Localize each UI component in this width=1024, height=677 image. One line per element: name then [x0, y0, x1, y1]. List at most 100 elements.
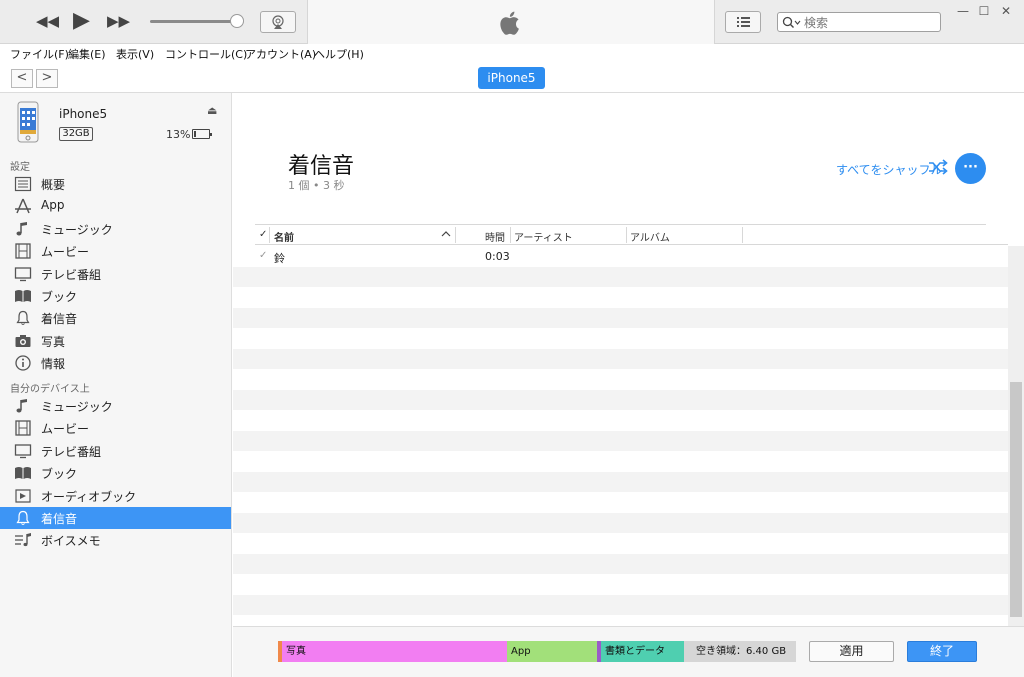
sidebar-item[interactable]: ブック — [0, 285, 231, 307]
col-time-header[interactable]: 時間 — [485, 229, 505, 244]
sidebar-item-label: 着信音 — [41, 312, 78, 327]
sidebar-item[interactable]: 情報 — [0, 352, 231, 374]
rewind-icon[interactable]: ◀◀ — [36, 14, 59, 29]
more-options-button[interactable]: ··· — [955, 153, 986, 184]
storage-segment-documents: 書類とデータ — [601, 641, 684, 662]
menu-account[interactable]: アカウント(A) — [245, 46, 316, 62]
sidebar-item[interactable]: 着信音 — [0, 507, 231, 529]
table-row — [233, 594, 1008, 615]
column-divider — [455, 227, 456, 243]
menu-view[interactable]: 表示(V) — [116, 46, 154, 62]
sidebar-item[interactable]: テレビ番組 — [0, 440, 231, 462]
music-note-icon — [14, 221, 32, 237]
sort-ascending-icon[interactable] — [441, 230, 451, 238]
scrollbar-thumb[interactable] — [1010, 382, 1022, 617]
apple-logo-icon — [500, 11, 519, 35]
sidebar-item[interactable]: ブック — [0, 462, 231, 484]
table-header: ✓ 名前 時間 アーティスト アルバム — [255, 225, 1008, 245]
battery-icon — [192, 129, 212, 139]
menu-file[interactable]: ファイル(F) — [10, 46, 69, 62]
table-row — [233, 389, 1008, 410]
sidebar-item-label: App — [41, 198, 65, 213]
sidebar-item[interactable]: テレビ番組 — [0, 263, 231, 285]
eject-icon[interactable]: ⏏ — [207, 104, 217, 117]
bell-icon — [14, 510, 32, 526]
apply-button[interactable]: 適用 — [809, 641, 894, 662]
battery-percent: 13% — [166, 128, 191, 141]
table-row — [233, 451, 1008, 472]
status-display — [307, 0, 715, 44]
sidebar-item[interactable]: 写真 — [0, 330, 231, 352]
list-view-button[interactable] — [725, 11, 761, 33]
airplay-icon — [272, 15, 284, 29]
capacity-badge: 32GB — [59, 127, 93, 141]
table-row — [233, 512, 1008, 533]
sidebar-item[interactable]: 概要 — [0, 173, 231, 195]
airplay-button[interactable] — [260, 11, 296, 33]
iphone-icon — [17, 101, 39, 143]
sidebar-item[interactable]: ミュージック — [0, 395, 231, 417]
sidebar-item-label: 情報 — [41, 357, 66, 372]
film-icon — [14, 420, 32, 437]
forward-button[interactable]: > — [36, 69, 58, 88]
sidebar-item-label: ミュージック — [41, 400, 113, 414]
search-field[interactable] — [777, 12, 941, 32]
storage-segment-free: 空き領域：6.40 GB — [684, 641, 796, 662]
volume-slider[interactable] — [150, 20, 238, 23]
sidebar-item-label: ブック — [41, 290, 78, 304]
menu-help[interactable]: ヘルプ(H) — [314, 46, 364, 62]
table-row — [233, 615, 1008, 624]
cell-time: 0:03 — [485, 250, 510, 263]
shuffle-icon[interactable] — [928, 159, 948, 175]
back-button[interactable]: < — [11, 69, 33, 88]
table-row — [233, 410, 1008, 431]
shuffle-all-link[interactable]: すべてをシャッフル — [836, 161, 942, 178]
play-icon[interactable]: ▶ — [73, 10, 90, 32]
search-input[interactable] — [804, 15, 934, 30]
sidebar-item-label: 着信音 — [41, 512, 78, 526]
sidebar-item[interactable]: ミュージック — [0, 218, 231, 240]
sidebar-item[interactable]: 着信音 — [0, 307, 231, 329]
col-name-header[interactable]: 名前 — [274, 229, 294, 244]
page-title: 着信音 — [288, 154, 355, 179]
sidebar-item[interactable]: ムービー — [0, 240, 231, 262]
table-row — [233, 553, 1008, 574]
sidebar-item-label: ミュージック — [41, 222, 113, 237]
col-album-header[interactable]: アルバム — [630, 229, 670, 244]
on-device-header: 自分のデバイス上 — [10, 384, 90, 395]
info-icon — [14, 355, 32, 371]
sidebar-item-label: テレビ番組 — [41, 444, 102, 459]
volume-knob[interactable] — [230, 14, 244, 28]
battery-level — [194, 131, 196, 137]
table-row[interactable]: ✓ 鈴 0:03 — [233, 246, 1008, 267]
device-name: iPhone5 — [59, 107, 108, 121]
music-note-icon — [14, 398, 32, 414]
sidebar-item-label: オーディオブック — [41, 489, 137, 504]
sidebar-item-label: ムービー — [41, 422, 90, 437]
sidebar-item[interactable]: App — [0, 195, 231, 217]
col-check-header[interactable]: ✓ — [259, 229, 267, 240]
col-artist-header[interactable]: アーティスト — [514, 229, 573, 244]
sidebar-item[interactable]: オーディオブック — [0, 485, 231, 507]
maximize-button[interactable]: ☐ — [976, 4, 992, 18]
sidebar-item[interactable]: ムービー — [0, 417, 231, 439]
menu-controls[interactable]: コントロール(C) — [165, 46, 247, 62]
column-divider — [269, 227, 270, 243]
close-button[interactable]: ✕ — [998, 4, 1014, 18]
fast-forward-icon[interactable]: ▶▶ — [107, 14, 130, 29]
storage-segment-photos: 写真 — [282, 641, 507, 662]
column-divider — [626, 227, 627, 243]
tv-icon — [14, 266, 32, 282]
table-row — [233, 287, 1008, 308]
table-row — [233, 574, 1008, 595]
tv-icon — [14, 443, 32, 459]
bell-icon — [14, 310, 32, 326]
done-button[interactable]: 終了 — [907, 641, 977, 662]
camera-icon — [14, 333, 32, 349]
device-button[interactable]: iPhone5 — [478, 67, 545, 89]
menu-edit[interactable]: 編集(E) — [68, 46, 106, 62]
sidebar-item[interactable]: ボイスメモ — [0, 529, 231, 551]
row-checkbox[interactable]: ✓ — [259, 250, 267, 261]
column-divider — [510, 227, 511, 243]
minimize-button[interactable]: — — [955, 4, 971, 18]
